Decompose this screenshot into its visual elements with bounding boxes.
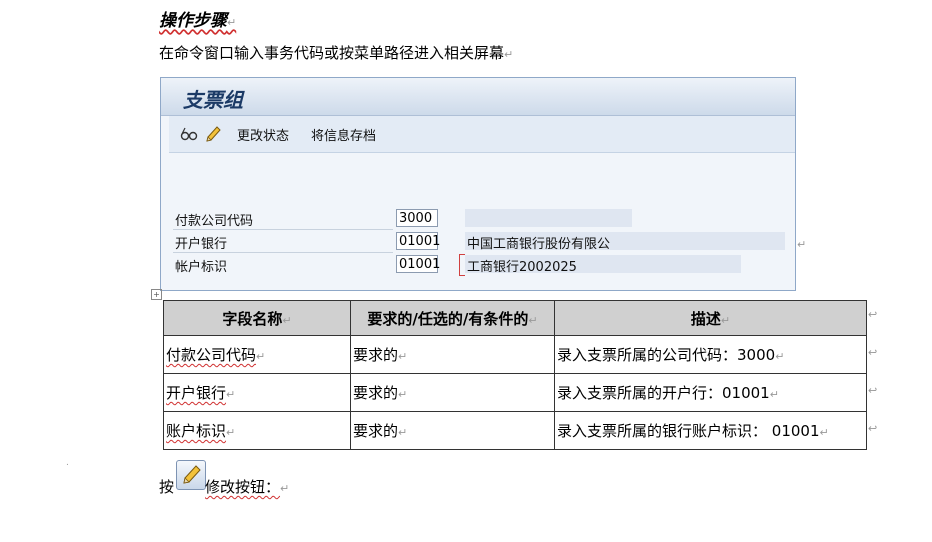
table-row: 账户标识↵ 要求的↵ 录入支票所属的银行账户标识： 01001↵	[163, 411, 867, 450]
header-field-name: 字段名称↵	[163, 300, 351, 336]
cell-required: 要求的↵	[350, 373, 555, 412]
house-bank-input[interactable]: 01001	[396, 232, 440, 250]
row-end-mark: ↩	[868, 308, 878, 321]
house-bank-description: 中国工商银行股份有限公	[467, 237, 611, 252]
sap-screen-title: 支票组	[183, 88, 243, 112]
cell-required: 要求的↵	[350, 335, 555, 374]
account-id-input[interactable]: 01001	[396, 255, 440, 273]
sap-screenshot: 支票组 更改状态 将信息存档 付款公司代码 3000 开户银行 01001 中国…	[160, 77, 796, 291]
field-table: 字段名称↵ 要求的/任选的/有条件的↵ 描述↵ 付款公司代码↵ 要求的↵ 录入支…	[163, 300, 867, 450]
section-heading: 操作步骤↵	[159, 11, 237, 31]
sap-form: 付款公司代码 3000 开户银行 01001 中国工商银行股份有限公 帐户标识 …	[169, 153, 795, 290]
table-header-row: 字段名称↵ 要求的/任选的/有条件的↵ 描述↵	[163, 300, 867, 336]
company-name-readout	[465, 209, 632, 227]
paragraph-mark: ↵	[504, 48, 514, 61]
sap-title-bar: 支票组	[161, 78, 795, 116]
paragraph-mark: ↵	[797, 238, 807, 251]
cell-description: 录入支票所属的公司代码：3000↵	[554, 335, 867, 374]
sap-toolbar: 更改状态 将信息存档	[169, 116, 795, 153]
house-bank-label: 开户银行	[175, 237, 228, 252]
table-row: 开户银行↵ 要求的↵ 录入支票所属的开户行：01001↵	[163, 373, 867, 412]
cell-field-name: 开户银行↵	[163, 373, 351, 412]
header-required: 要求的/任选的/有条件的↵	[350, 300, 555, 336]
footer-text-after: 修改按钮：↵	[205, 478, 290, 496]
stray-mark: .	[66, 458, 69, 468]
field-divider	[173, 229, 393, 230]
table-move-handle-icon[interactable]: +	[151, 289, 162, 300]
account-id-description: 工商银行20020256	[467, 260, 577, 275]
glasses-icon[interactable]	[179, 124, 199, 144]
account-id-label: 帐户标识	[175, 260, 228, 275]
archive-info-button[interactable]: 将信息存档	[311, 125, 376, 144]
pencil-icon[interactable]	[203, 124, 223, 144]
cell-description: 录入支票所属的银行账户标识： 01001↵	[554, 411, 867, 450]
row-end-mark: ↩	[868, 346, 878, 359]
field-divider	[173, 252, 393, 253]
row-end-mark: ↩	[868, 384, 878, 397]
paragraph-mark: ↵	[227, 16, 237, 29]
header-description: 描述↵	[554, 300, 867, 336]
row-end-mark: ↩	[868, 422, 878, 435]
footer-text-before: 按	[159, 478, 175, 496]
intro-text: 在命令窗口输入事务代码或按菜单路径进入相关屏幕↵	[159, 44, 514, 62]
cell-required: 要求的↵	[350, 411, 555, 450]
cell-description: 录入支票所属的开户行：01001↵	[554, 373, 867, 412]
cell-field-name: 账户标识↵	[163, 411, 351, 450]
company-code-label: 付款公司代码	[175, 214, 254, 229]
table-row: 付款公司代码↵ 要求的↵ 录入支票所属的公司代码：3000↵	[163, 335, 867, 374]
cell-field-name: 付款公司代码↵	[163, 335, 351, 374]
company-code-input[interactable]: 3000	[396, 209, 438, 227]
change-status-button[interactable]: 更改状态	[237, 125, 289, 144]
pencil-icon[interactable]	[176, 460, 206, 490]
